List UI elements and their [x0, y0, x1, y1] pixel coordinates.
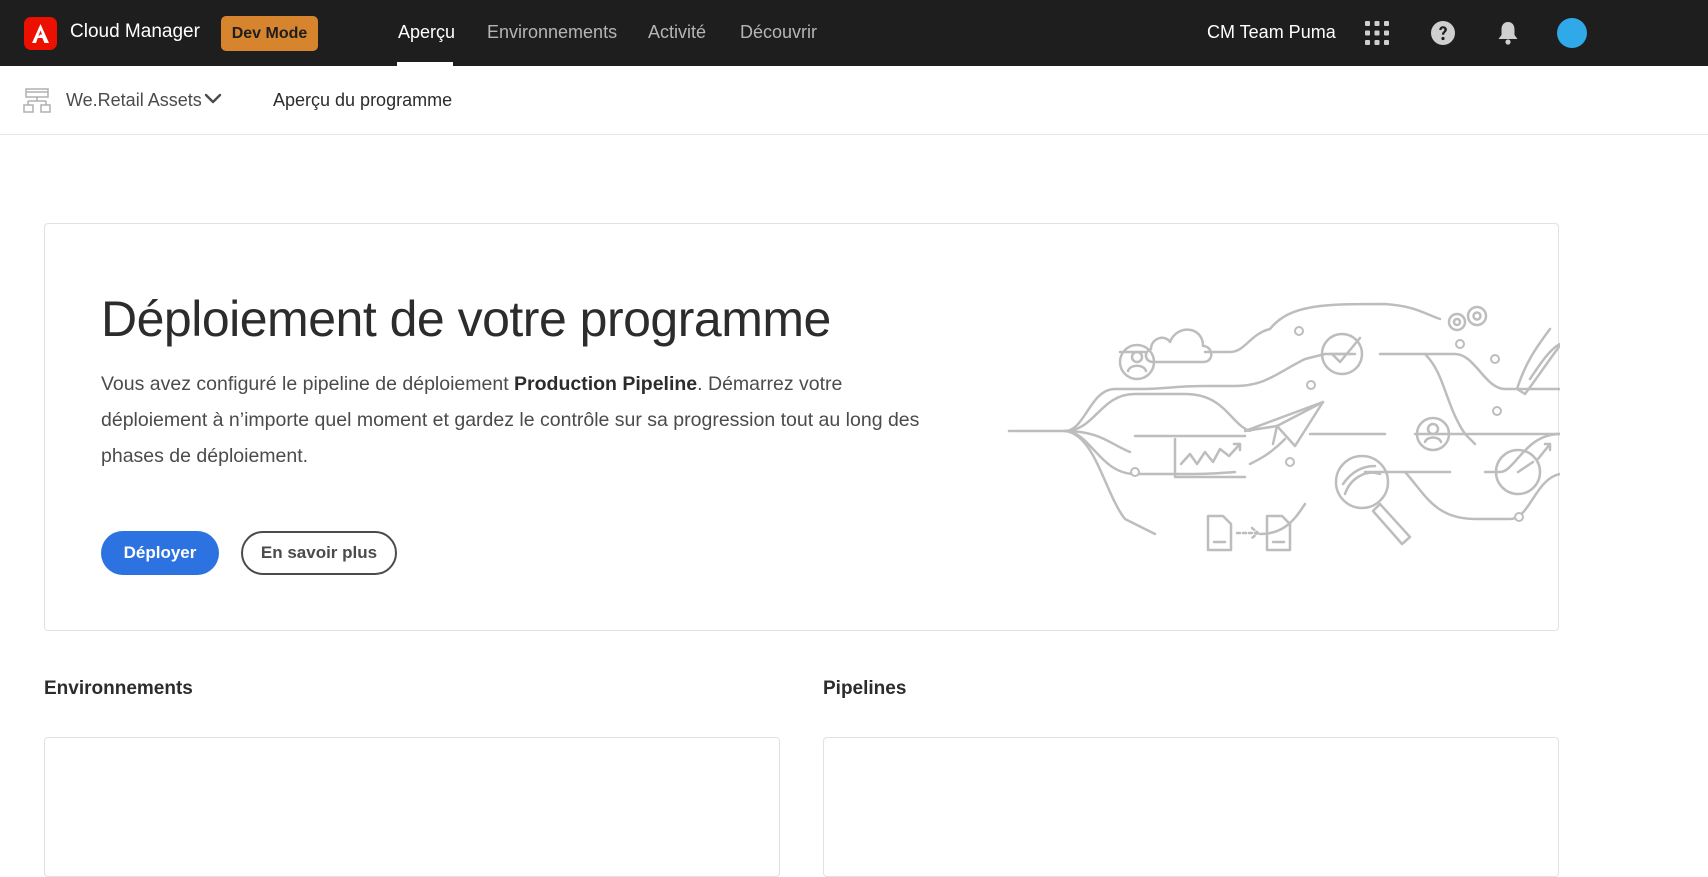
team-name[interactable]: CM Team Puma [1207, 22, 1336, 43]
tab-apercu[interactable]: Aperçu [398, 22, 455, 43]
pipelines-card [823, 737, 1559, 877]
adobe-logo-icon[interactable] [24, 17, 57, 50]
environments-section-title: Environnements [44, 678, 193, 699]
help-icon[interactable] [1430, 20, 1456, 46]
hero-text-before: Vous avez configuré le pipeline de déplo… [101, 373, 515, 395]
program-selector-name[interactable]: We.Retail Assets [66, 90, 202, 111]
deploy-button[interactable]: Déployer [101, 531, 219, 575]
pipelines-section-title: Pipelines [823, 678, 907, 699]
page-title: Aperçu du programme [273, 90, 453, 110]
program-subheader: We.Retail Assets Aperçu du programme [0, 66, 1708, 135]
tab-environnements[interactable]: Environnements [487, 22, 617, 43]
deployment-hero-card: Déploiement de votre programme Vous avez… [44, 223, 1560, 631]
user-avatar[interactable] [1557, 18, 1587, 48]
chevron-down-icon[interactable] [204, 93, 222, 105]
hero-description: Vous avez configuré le pipeline de déplo… [101, 366, 941, 474]
environments-card [44, 737, 780, 877]
learn-more-button[interactable]: En savoir plus [241, 531, 397, 575]
tab-activite[interactable]: Activité [648, 22, 706, 43]
hero-title: Déploiement de votre programme [101, 291, 831, 347]
apps-grid-icon[interactable] [1364, 20, 1390, 46]
pipeline-illustration [1007, 302, 1560, 552]
top-navigation-bar: Cloud Manager Dev Mode Aperçu Environnem… [0, 0, 1708, 66]
app-title[interactable]: Cloud Manager [70, 21, 200, 43]
pipeline-name: Production Pipeline [514, 373, 698, 395]
tab-decouvrir[interactable]: Découvrir [740, 22, 817, 43]
notifications-bell-icon[interactable] [1495, 20, 1521, 46]
dev-mode-badge[interactable]: Dev Mode [221, 16, 318, 51]
program-sitemap-icon [23, 88, 51, 113]
